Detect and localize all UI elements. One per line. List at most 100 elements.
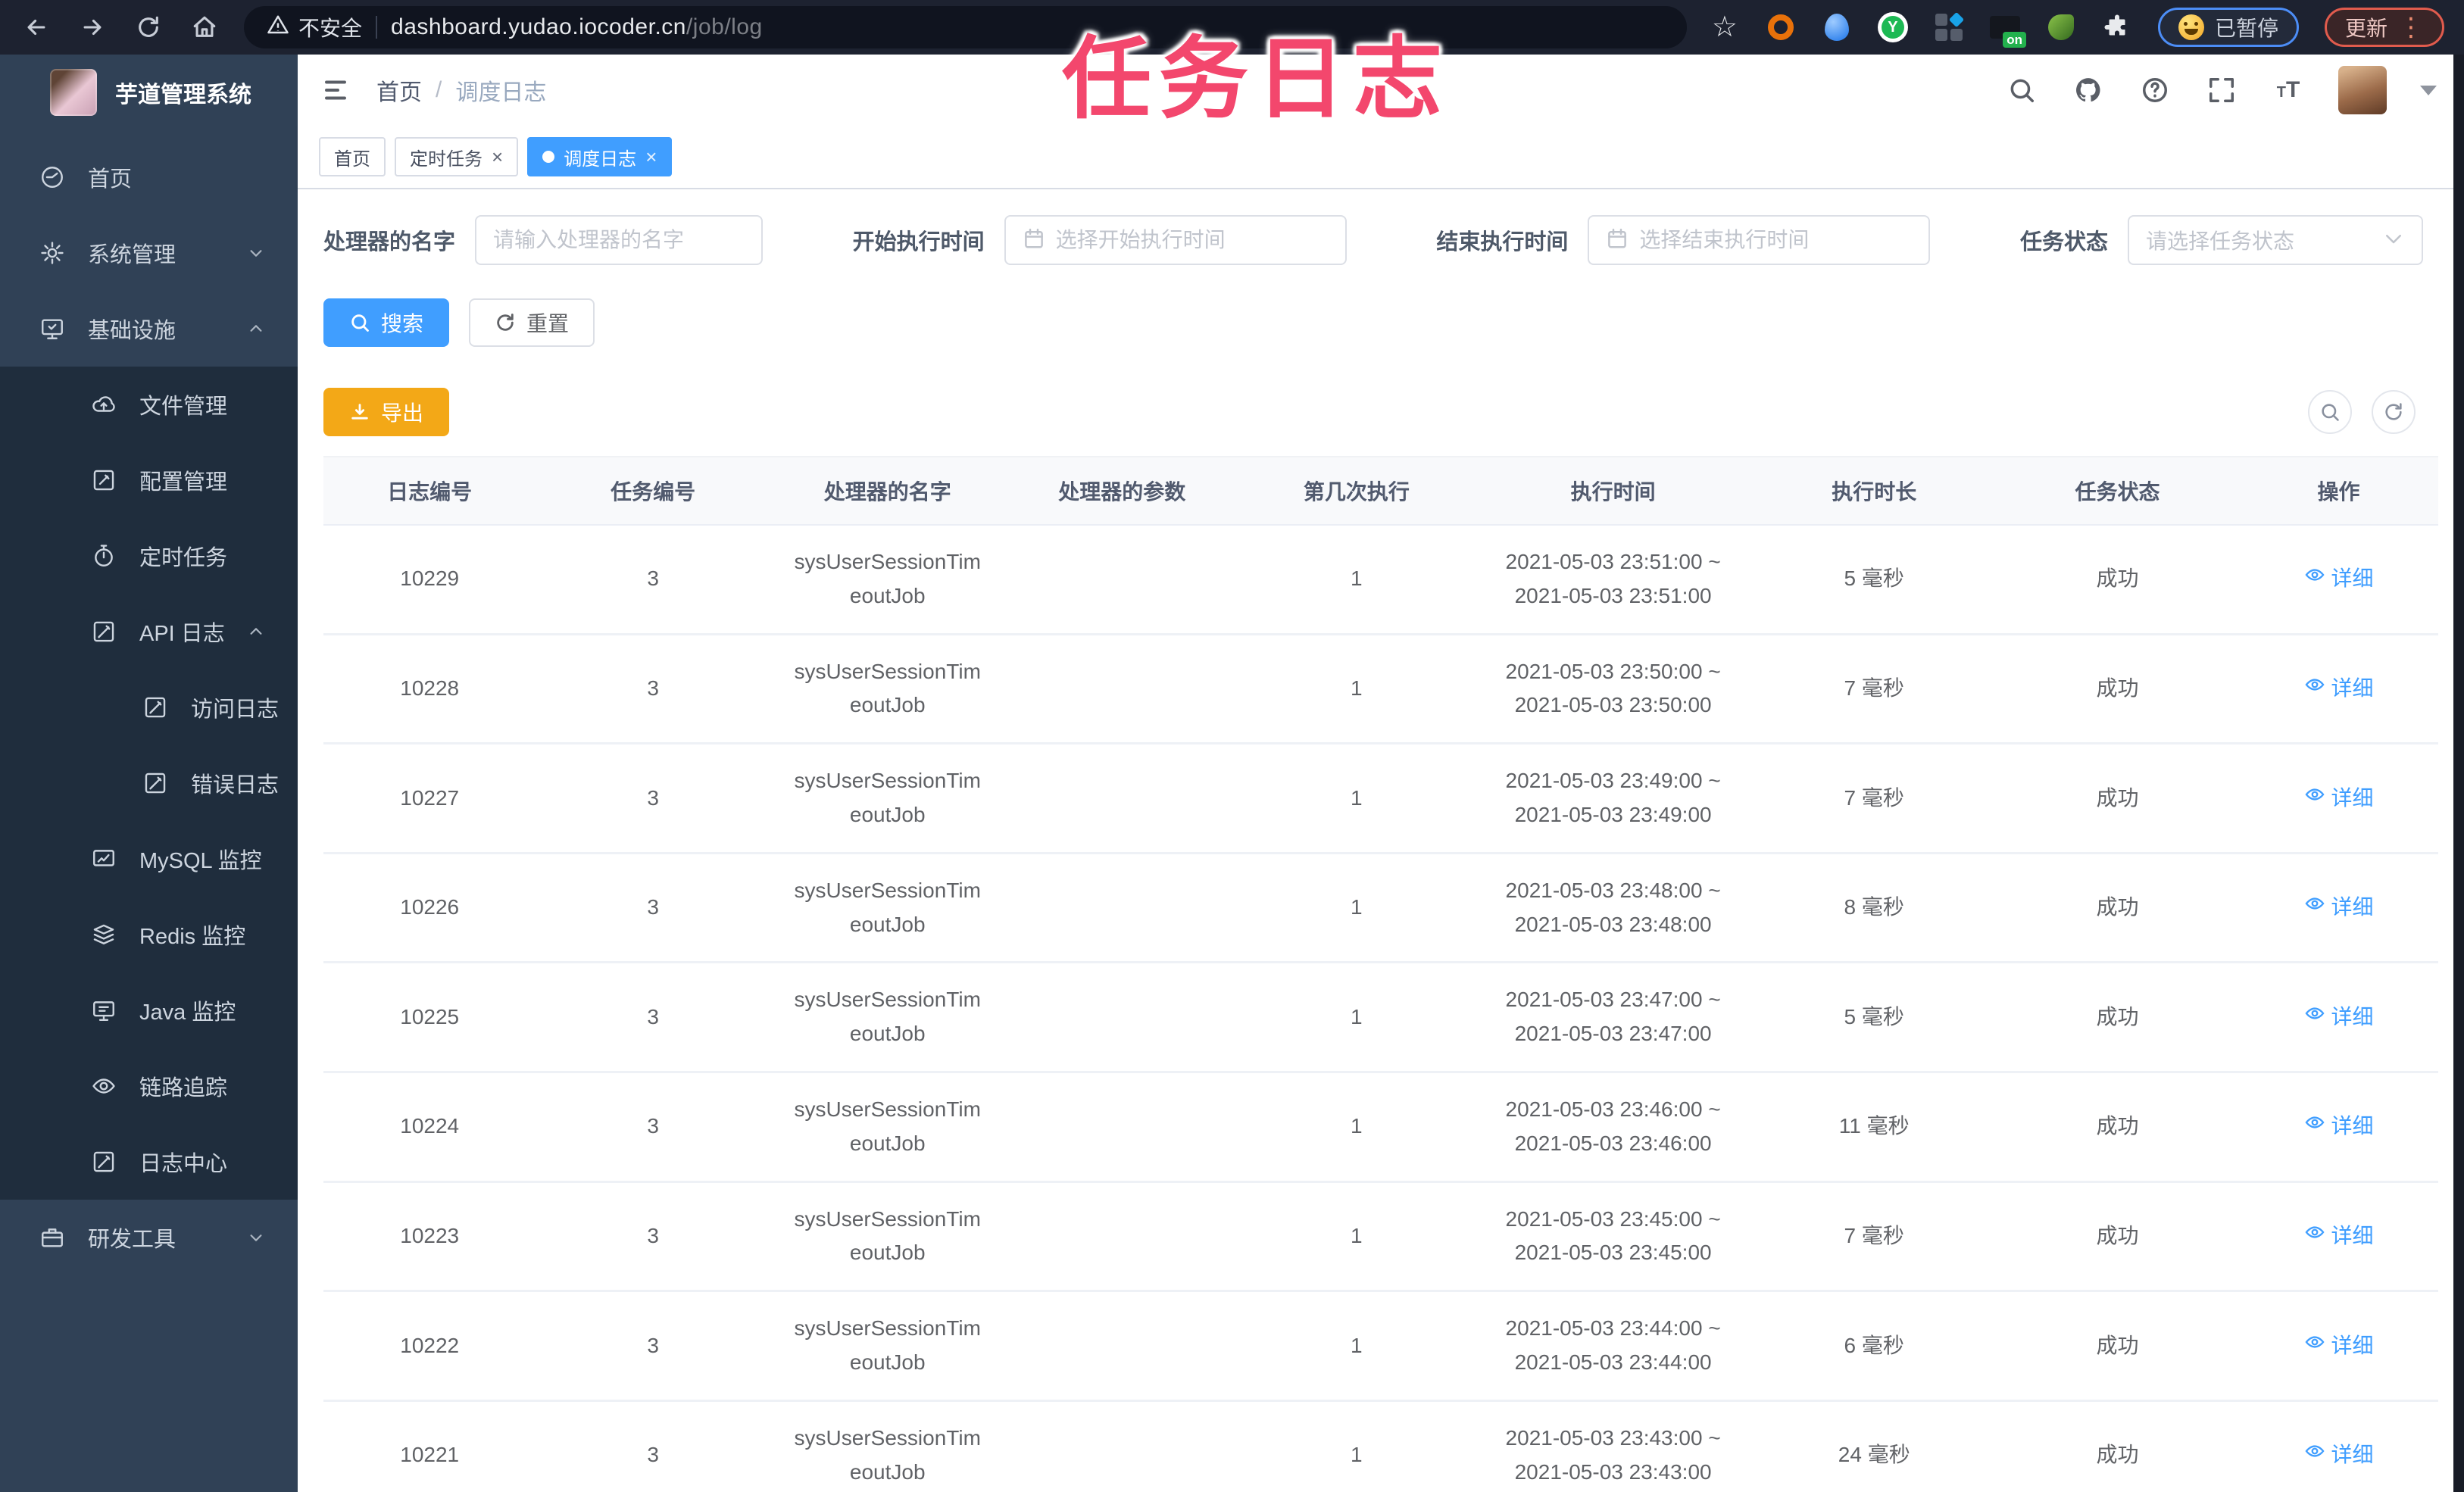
table-row: 10222 3 sysUserSessionTim eoutJob 1 2021-05-0… [323, 1291, 2438, 1402]
sidebar-item-trace[interactable]: 链路追踪 [0, 1048, 298, 1124]
profile-paused-badge[interactable]: 已暂停 [2157, 8, 2299, 47]
handler-name-field[interactable] [493, 228, 745, 252]
export-button[interactable]: 导出 [323, 388, 450, 436]
detail-link[interactable]: 详细 [2304, 1110, 2374, 1144]
sidebar-item-infrastructure[interactable]: 基础设施 [0, 291, 298, 367]
detail-link[interactable]: 详细 [2304, 672, 2374, 706]
user-avatar[interactable] [2338, 66, 2387, 114]
extensions-puzzle-icon[interactable] [2102, 12, 2132, 42]
sidebar-item-file-mgmt[interactable]: 文件管理 [0, 367, 298, 442]
job-log-table: 日志编号 任务编号 处理器的名字 处理器的参数 第几次执行 执行时间 执行时长 任务状态 操作 … [323, 456, 2438, 1492]
github-icon[interactable] [2072, 73, 2105, 107]
sidebar-item-system-mgmt[interactable]: 系统管理 [0, 215, 298, 291]
duration-cell: 7 毫秒 [1752, 1181, 1996, 1293]
column-header: 处理器的参数 [1004, 456, 1240, 526]
filter-label: 开始执行时间 [852, 230, 985, 254]
detail-link[interactable]: 详细 [2304, 1438, 2374, 1472]
tab-首页[interactable]: 首页 [319, 137, 386, 176]
sidebar-item-label: 首页 [88, 167, 133, 192]
address-bar[interactable]: 不安全 dashboard.yudao.iocoder.cn/job/log [244, 6, 1687, 48]
browser-update-button[interactable]: 更新 ⋮ [2324, 8, 2444, 47]
extension-leaf-icon[interactable] [2046, 12, 2076, 42]
browser-forward-button[interactable] [76, 11, 109, 44]
begin-time-field[interactable] [1055, 228, 1329, 252]
sidebar-item-error-log[interactable]: 错误日志 [0, 745, 298, 821]
help-icon[interactable] [2138, 73, 2172, 107]
show-search-toggle-button[interactable] [2308, 390, 2352, 434]
extension-blue-icon[interactable] [1822, 12, 1852, 42]
browser-home-button[interactable] [188, 11, 221, 44]
tab-调度日志[interactable]: 调度日志 × [527, 137, 673, 176]
duration-cell: 5 毫秒 [1752, 962, 1996, 1073]
handler-name-cell: sysUserSessionTim eoutJob [770, 1072, 1005, 1183]
refresh-table-button[interactable] [2372, 390, 2416, 434]
status-cell: 成功 [1995, 962, 2240, 1073]
eye-icon [2304, 891, 2325, 925]
end-time-field[interactable] [1639, 228, 1913, 252]
kebab-menu-icon: ⋮ [2398, 12, 2424, 42]
sidebar-item-mysql-monitor[interactable]: MySQL 监控 [0, 821, 298, 897]
extension-green-y-icon[interactable]: Y [1877, 12, 1908, 42]
sidebar-item-access-log[interactable]: 访问日志 [0, 670, 298, 745]
browser-back-button[interactable] [20, 11, 53, 44]
sidebar-item-java-monitor[interactable]: Java 监控 [0, 972, 298, 1048]
task-status-select[interactable]: 请选择任务状态 [2127, 215, 2423, 265]
handler-name-cell: sysUserSessionTim eoutJob [770, 634, 1005, 745]
chevron-down-icon [2382, 227, 2405, 254]
detail-link[interactable]: 详细 [2304, 1329, 2374, 1363]
fullscreen-icon[interactable] [2205, 73, 2238, 107]
extension-on-switch-icon[interactable]: on [1989, 12, 2026, 48]
sidebar: 芋道管理系统 首页系统管理 基础设施 文件管理 配置管理 定时任务 API 日志 访问日志错… [0, 55, 298, 1492]
exec-time-cell: 2021-05-03 23:46:00 ~2021-05-03 23:46:00 [1473, 1072, 1753, 1183]
chart-monitor-icon [91, 846, 117, 872]
begin-time-date-picker[interactable] [1004, 215, 1347, 265]
sidebar-item-dev-tools[interactable]: 研发工具 [0, 1200, 298, 1275]
detail-link[interactable]: 详细 [2304, 891, 2374, 925]
bookmark-star-icon[interactable]: ☆ [1710, 12, 1740, 42]
gear-icon [39, 240, 65, 266]
sidebar-item-redis-monitor[interactable]: Redis 监控 [0, 897, 298, 972]
breadcrumb-home[interactable]: 首页 [376, 73, 422, 107]
status-cell: 成功 [1995, 634, 2240, 745]
detail-link[interactable]: 详细 [2304, 1000, 2374, 1035]
browser-reload-button[interactable] [132, 11, 165, 44]
search-button[interactable]: 搜索 [323, 298, 450, 347]
briefcase-icon [39, 1225, 65, 1250]
window-scrollbar[interactable] [2453, 55, 2464, 1492]
sidebar-item-log-center[interactable]: 日志中心 [0, 1124, 298, 1200]
filter-task-status: 任务状态 请选择任务状态 [2020, 215, 2423, 265]
site-security-chip[interactable]: 不安全 [267, 12, 362, 42]
tab-定时任务[interactable]: 定时任务 × [395, 137, 519, 176]
column-header: 执行时间 [1473, 456, 1753, 526]
edit-icon [91, 467, 117, 493]
chevron-down-icon[interactable] [2420, 85, 2437, 95]
sidebar-item-config-mgmt[interactable]: 配置管理 [0, 442, 298, 518]
handler-name-input[interactable] [475, 215, 764, 265]
close-icon[interactable]: × [492, 147, 503, 167]
sidebar-item-api-log[interactable]: API 日志 [0, 594, 298, 670]
tab-label: 定时任务 [410, 148, 482, 170]
log-id-cell: 10229 [323, 525, 536, 635]
table-body: 10229 3 sysUserSessionTim eoutJob 1 2021-05-0… [323, 525, 2438, 1492]
header-search-icon[interactable] [2005, 73, 2038, 107]
detail-link[interactable]: 详细 [2304, 1219, 2374, 1253]
sidebar-item-scheduled-task[interactable]: 定时任务 [0, 518, 298, 594]
log-id-cell: 10221 [323, 1400, 536, 1492]
sidebar-collapse-icon[interactable] [319, 73, 352, 107]
action-cell: 详细 [2239, 634, 2438, 745]
exec-time-cell: 2021-05-03 23:43:00 ~2021-05-03 23:43:00 [1473, 1400, 1753, 1492]
reset-button[interactable]: 重置 [469, 298, 595, 347]
extension-orange-icon[interactable] [1766, 12, 1796, 42]
app-title: 芋道管理系统 [115, 83, 251, 108]
end-time-date-picker[interactable] [1588, 215, 1931, 265]
app-logo-row[interactable]: 芋道管理系统 [0, 55, 298, 130]
sidebar-item-home[interactable]: 首页 [0, 139, 298, 215]
font-size-icon[interactable]: TT [2272, 73, 2305, 107]
url-text: dashboard.yudao.iocoder.cn/job/log [391, 14, 763, 39]
close-icon[interactable]: × [645, 147, 657, 167]
detail-link[interactable]: 详细 [2304, 562, 2374, 596]
extension-grid-icon[interactable] [1934, 11, 1965, 42]
log-edit-icon [142, 694, 168, 720]
exec-index-cell: 1 [1239, 1181, 1474, 1293]
detail-link[interactable]: 详细 [2304, 782, 2374, 816]
